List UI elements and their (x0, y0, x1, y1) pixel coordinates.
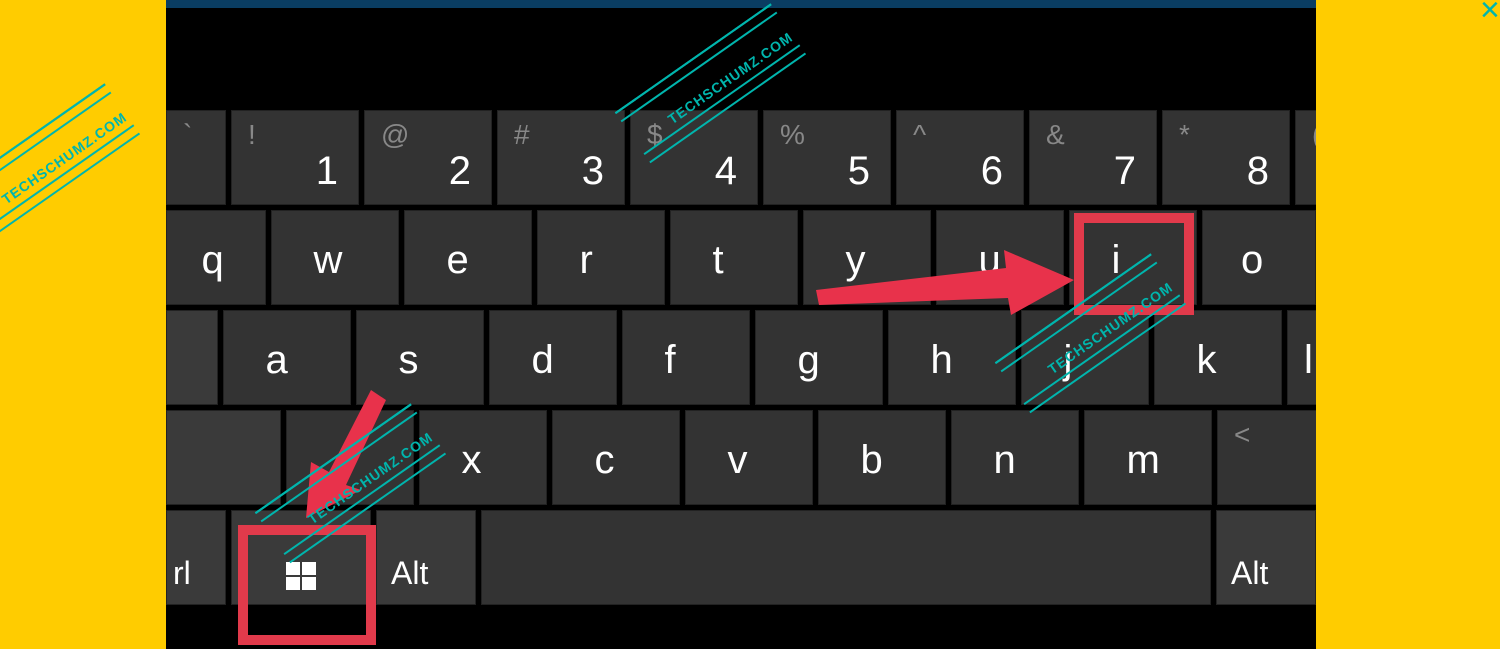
key-d[interactable]: d (489, 310, 617, 405)
key-4[interactable]: $4 (630, 110, 758, 205)
page-close-fragment: × (1480, 0, 1500, 30)
key-shift-partial[interactable] (166, 410, 281, 505)
key-v[interactable]: v (685, 410, 813, 505)
key-9-partial[interactable]: ( (1295, 110, 1316, 205)
key-space[interactable] (481, 510, 1211, 605)
arrow-to-key-i (816, 250, 1076, 325)
key-backtick[interactable]: ` (166, 110, 226, 205)
key-caps-partial[interactable] (166, 310, 218, 405)
key-3[interactable]: #3 (497, 110, 625, 205)
window-titlebar (166, 0, 1316, 8)
key-5[interactable]: %5 (763, 110, 891, 205)
key-r[interactable]: r (537, 210, 665, 305)
highlight-key-i (1074, 213, 1194, 315)
key-t[interactable]: t (670, 210, 798, 305)
key-f[interactable]: f (622, 310, 750, 405)
key-b[interactable]: b (818, 410, 946, 505)
key-x[interactable]: x (419, 410, 547, 505)
key-1[interactable]: !1 (231, 110, 359, 205)
key-8[interactable]: *8 (1162, 110, 1290, 205)
key-m[interactable]: m (1084, 410, 1212, 505)
key-n[interactable]: n (951, 410, 1079, 505)
key-ctrl-partial[interactable]: rl (166, 510, 226, 605)
key-6[interactable]: ^6 (896, 110, 1024, 205)
screenshot-frame: ` !1 @2 #3 $4 %5 ^6 &7 *8 ( q w e r t y … (166, 0, 1316, 649)
key-k[interactable]: k (1154, 310, 1282, 405)
key-w[interactable]: w (271, 210, 399, 305)
key-c[interactable]: c (552, 410, 680, 505)
key-2[interactable]: @2 (364, 110, 492, 205)
watermark-corner: TECHSCHUMZ.COM (0, 109, 130, 207)
highlight-key-windows (238, 525, 376, 645)
key-7[interactable]: &7 (1029, 110, 1157, 205)
key-o[interactable]: o (1202, 210, 1316, 305)
key-alt-right[interactable]: Alt (1216, 510, 1316, 605)
key-l[interactable]: l (1287, 310, 1316, 405)
key-e[interactable]: e (404, 210, 532, 305)
key-q[interactable]: q (166, 210, 266, 305)
key-comma[interactable]: < (1217, 410, 1316, 505)
